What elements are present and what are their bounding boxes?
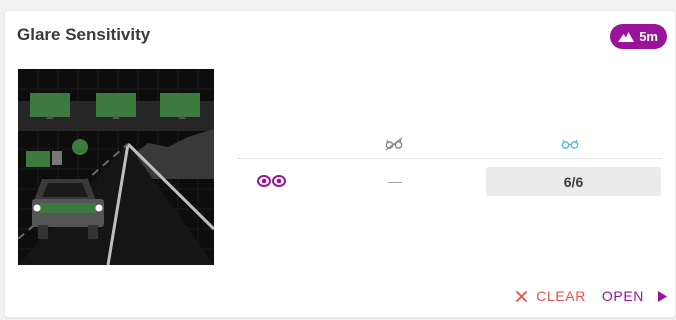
close-icon <box>516 290 528 302</box>
glare-test-thumbnail <box>18 69 214 265</box>
clear-button[interactable]: CLEAR <box>516 288 586 304</box>
clear-button-label: CLEAR <box>536 288 586 304</box>
glasses-off-icon <box>385 137 403 156</box>
open-button-label: OPEN <box>601 288 644 304</box>
open-button[interactable]: OPEN <box>602 288 667 304</box>
table-row: — 6/6 <box>237 159 662 201</box>
duration-badge: 5m <box>610 24 667 49</box>
glasses-on-icon <box>561 137 579 156</box>
play-icon <box>658 290 667 302</box>
with-correction-value[interactable]: 6/6 <box>486 167 661 196</box>
duration-badge-text: 5m <box>639 29 658 44</box>
glare-sensitivity-card: Glare Sensitivity 5m — 6/6 CLEAR OPEN <box>4 10 676 318</box>
acuity-table: — 6/6 <box>237 134 662 201</box>
eyes-icon <box>257 174 287 192</box>
card-title: Glare Sensitivity <box>17 25 151 44</box>
mountain-icon <box>618 32 635 42</box>
card-actions: CLEAR OPEN <box>516 288 667 304</box>
table-header-row <box>237 134 662 159</box>
without-correction-value: — <box>388 173 402 189</box>
